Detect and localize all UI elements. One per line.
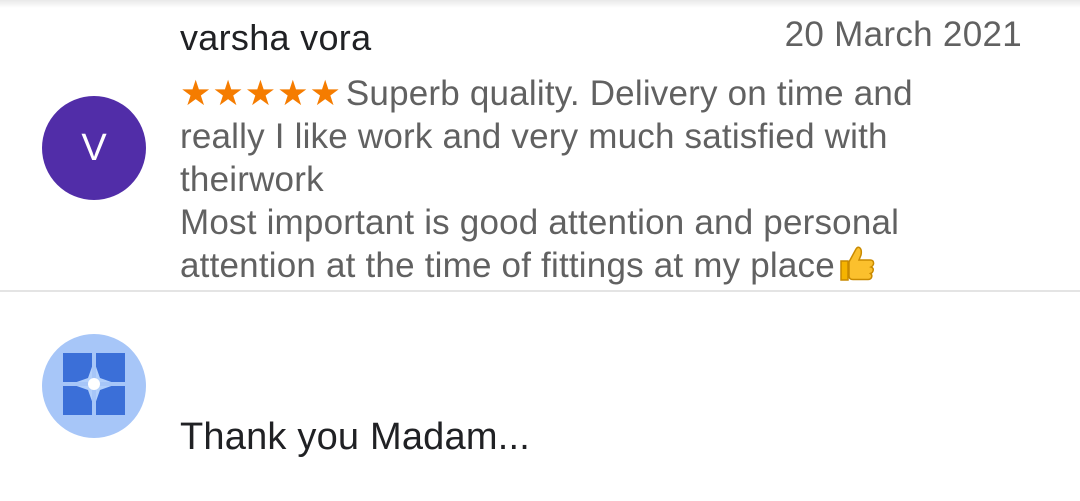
review-text: ★★★★★ Superb quality. Delivery on time an… <box>180 72 1040 293</box>
business-logo-icon <box>61 351 127 422</box>
review-text-line-5: attention at the time of fittings at my … <box>180 246 835 285</box>
reply-text: Thank you Madam... <box>180 416 530 458</box>
thumbs-up-icon <box>837 245 877 293</box>
reviewer-name[interactable]: varsha vora <box>180 17 371 59</box>
review-card: V varsha vora 20 March 2021 ★★★★★ Superb … <box>0 0 1080 290</box>
star-rating: ★★★★★ <box>180 74 342 113</box>
review-text-line-4: Most important is good attention and per… <box>180 203 900 242</box>
review-text-line-1: Superb quality. Delivery on time and <box>345 74 913 113</box>
reviewer-avatar-letter: V <box>81 126 107 169</box>
reviewer-avatar[interactable]: V <box>42 96 146 200</box>
review-text-line-3: theirwork <box>180 160 324 199</box>
review-text-line-2: really I like work and very much satisfi… <box>180 117 888 156</box>
owner-avatar[interactable] <box>42 334 146 438</box>
review-date: 20 March 2021 <box>784 15 1022 54</box>
owner-reply: Thank you Madam... <box>0 292 1080 501</box>
